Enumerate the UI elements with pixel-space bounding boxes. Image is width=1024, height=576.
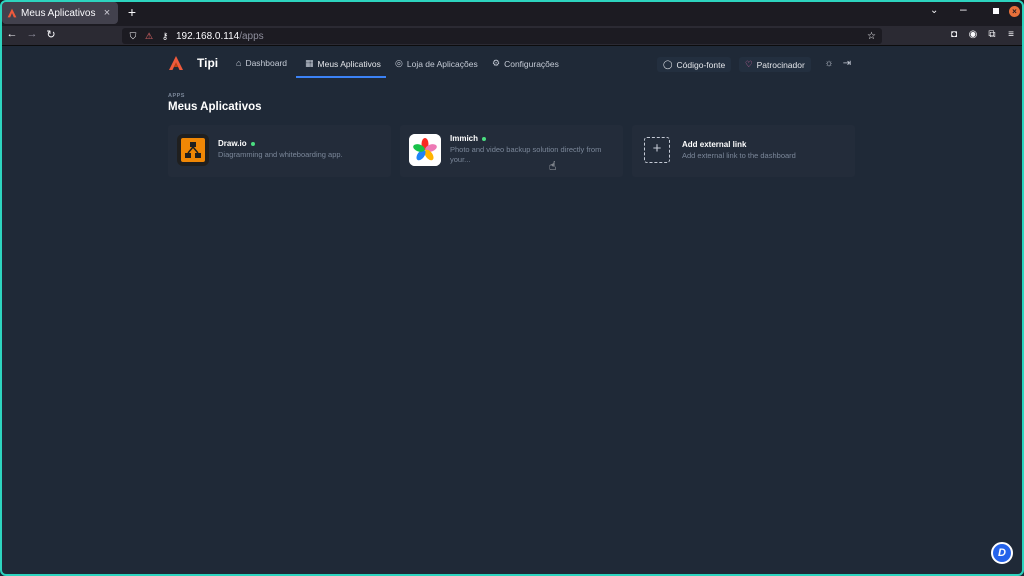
nav-settings-label: Configurações	[504, 58, 559, 69]
page-pretitle: APPS	[168, 93, 185, 99]
nav-app-store-label: Loja de Aplicações	[406, 58, 478, 69]
logout-icon[interactable]: ⇥	[841, 58, 853, 69]
heart-icon: ♡	[745, 59, 753, 69]
app-card-drawio[interactable]: Draw.io Diagramming and whiteboarding ap…	[168, 125, 391, 177]
shield-icon[interactable]: ⛉	[128, 31, 138, 42]
source-code-label: Código-fonte	[676, 59, 726, 70]
theme-toggle-icon[interactable]: ☼	[823, 58, 835, 69]
tab-title: Meus Aplicativos - Ti	[21, 7, 97, 19]
extensions-icon[interactable]: ⧉	[985, 29, 999, 40]
page-title: Meus Aplicativos	[168, 101, 262, 113]
tipi-favicon-icon	[7, 8, 17, 18]
forward-icon[interactable]: →	[24, 28, 40, 40]
store-icon: ◎	[395, 58, 403, 68]
url-bar[interactable]: ⛉ ⚠ ⚷ 192.168.0.114/apps ☆	[122, 28, 882, 44]
tipi-logo-icon[interactable]	[168, 55, 184, 71]
pocket-icon[interactable]: ◘	[947, 29, 961, 40]
add-external-link-card[interactable]: + Add external link Add external link to…	[632, 125, 855, 177]
app-description: Diagramming and whiteboarding app.	[218, 150, 343, 159]
nav-app-store[interactable]: ◎ Loja de Aplicações	[395, 58, 478, 69]
insecure-lock-icon[interactable]: ⚠	[144, 31, 154, 42]
reload-icon[interactable]: ↻	[43, 28, 59, 41]
nav-dashboard[interactable]: ⌂ Dashboard	[236, 58, 287, 68]
nav-settings[interactable]: ⚙ Configurações	[492, 58, 559, 69]
app-description: Photo and video backup solution directly…	[450, 145, 602, 164]
app-name-text: Draw.io	[218, 139, 247, 148]
settings-icon: ⚙	[492, 58, 501, 68]
home-icon: ⌂	[236, 58, 242, 68]
app-name: Immich	[450, 134, 487, 143]
bookmark-star-icon[interactable]: ☆	[867, 31, 876, 42]
source-code-link[interactable]: ◯ Código-fonte	[657, 57, 732, 72]
sponsor-label: Patrocinador	[756, 59, 805, 70]
account-icon[interactable]: ◉	[966, 29, 980, 40]
github-icon: ◯	[663, 59, 673, 69]
drawio-icon	[177, 134, 209, 166]
url-text[interactable]: 192.168.0.114/apps	[176, 31, 861, 42]
hand-cursor-icon: ☝	[549, 159, 557, 173]
menu-icon[interactable]: ≡	[1004, 29, 1018, 40]
list-tabs-icon[interactable]: ⌄	[930, 5, 938, 16]
app-root: Tipi ⌂ Dashboard ▦ Meus Aplicativos ◎ Lo…	[0, 47, 1024, 576]
close-window-icon[interactable]: ×	[1009, 6, 1020, 17]
app-header: Tipi ⌂ Dashboard ▦ Meus Aplicativos ◎ Lo…	[0, 47, 1024, 79]
status-running-dot	[250, 141, 255, 146]
add-link-description: Add external link to the dashboard	[682, 151, 796, 160]
add-link-title: Add external link	[682, 140, 747, 149]
immich-icon	[409, 134, 441, 166]
add-link-plus-icon: +	[644, 137, 670, 163]
app-card-immich[interactable]: Immich Photo and video backup solution d…	[400, 125, 623, 177]
tab-close-icon[interactable]: ×	[101, 7, 113, 19]
maximize-icon[interactable]	[993, 8, 999, 14]
active-tab-indicator	[296, 76, 386, 78]
app-name-text: Immich	[450, 134, 479, 143]
status-running-dot	[482, 136, 487, 141]
browser-navbar: ← → ↻ ⛉ ⚠ ⚷ 192.168.0.114/apps ☆ ◘ ◉ ⧉ ≡	[0, 26, 1024, 46]
nav-my-apps[interactable]: ▦ Meus Aplicativos	[305, 58, 381, 69]
back-icon[interactable]: ←	[4, 28, 20, 40]
nav-dashboard-label: Dashboard	[245, 58, 288, 68]
brand-name[interactable]: Tipi	[197, 56, 218, 70]
key-icon[interactable]: ⚷	[160, 31, 170, 42]
browser-tab-strip: Meus Aplicativos - Ti × + ⌄ – ×	[0, 0, 1024, 26]
floating-badge-icon[interactable]: D	[991, 542, 1013, 564]
sponsor-link[interactable]: ♡ Patrocinador	[739, 57, 811, 72]
app-name: Draw.io	[218, 139, 255, 148]
nav-my-apps-label: Meus Aplicativos	[317, 58, 381, 69]
minimize-icon[interactable]: –	[960, 2, 967, 16]
browser-tab[interactable]: Meus Aplicativos - Ti ×	[2, 2, 118, 24]
apps-icon: ▦	[305, 58, 314, 68]
new-tab-button[interactable]: +	[124, 4, 140, 20]
